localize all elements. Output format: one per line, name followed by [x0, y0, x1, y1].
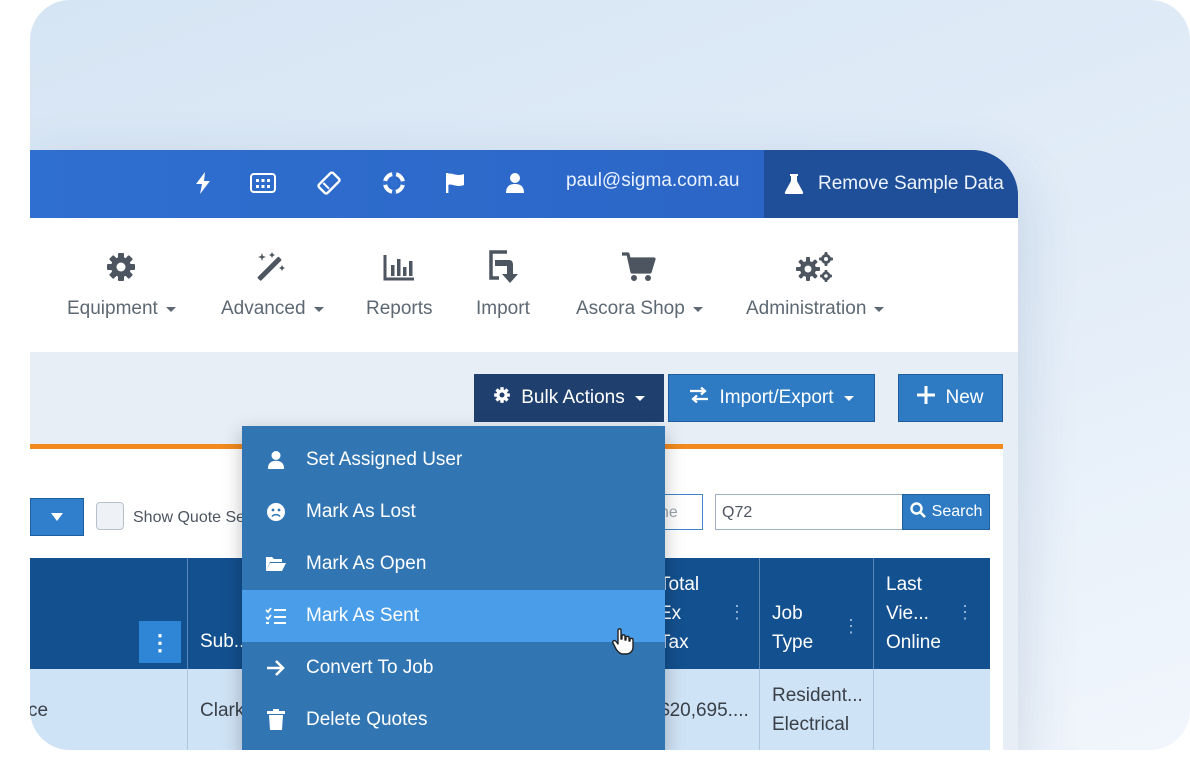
column-menu-icon[interactable]: ⋮ [956, 598, 974, 627]
caret-down-icon [313, 306, 324, 312]
table-cell: Resident... Electrical [760, 669, 874, 750]
menu-import[interactable]: Import [476, 250, 530, 320]
menu-item-set-assigned-user[interactable]: Set Assigned User [242, 434, 665, 486]
cell-subject-text: Clark [200, 700, 245, 721]
show-quote-label: Show Quote Se [133, 509, 246, 526]
list-check-icon [260, 607, 292, 625]
gears-icon [795, 250, 835, 284]
cell-first-text: ce [30, 700, 49, 721]
column-header-job-type[interactable]: Job Type ⋮ [760, 558, 874, 669]
frown-icon [260, 502, 292, 522]
menu-ascora-shop-label: Ascora Shop [576, 298, 685, 319]
filter-dropdown[interactable] [30, 498, 84, 536]
menu-import-label: Import [476, 298, 530, 319]
new-button[interactable]: New [898, 374, 1003, 422]
column-jobtype-line2: Type [772, 632, 814, 653]
import-export-label: Import/Export [719, 387, 834, 408]
menu-item-label: Delete Quotes [306, 709, 428, 730]
show-quote-checkbox[interactable] [96, 502, 124, 530]
bulk-actions-menu: Set Assigned User Mark As Lost Mark As O… [242, 426, 665, 750]
column-jobtype-line1: Job [772, 603, 803, 624]
bulk-actions-button[interactable]: Bulk Actions [474, 374, 664, 422]
column-header-last-viewed[interactable]: Last Vie... Online ⋮ [874, 558, 990, 669]
menu-reports[interactable]: Reports [366, 250, 433, 320]
bulk-actions-label: Bulk Actions [521, 387, 625, 408]
column-menu-icon[interactable]: ⋮ [842, 612, 860, 641]
import-icon [487, 250, 519, 284]
table-cell: ce [30, 669, 188, 750]
search-icon [909, 501, 926, 523]
gear-icon [493, 386, 511, 410]
remove-sample-data-button[interactable]: Remove Sample Data [764, 150, 1018, 218]
column-lastviewed-line3: Online [886, 632, 941, 653]
search-input[interactable]: Q72 [715, 494, 903, 530]
import-export-button[interactable]: Import/Export [668, 374, 875, 422]
remove-sample-data-label: Remove Sample Data [818, 173, 1004, 194]
menu-ascora-shop[interactable]: Ascora Shop [576, 250, 703, 320]
lifebuoy-icon[interactable] [380, 169, 408, 197]
new-label: New [945, 387, 984, 408]
top-bar: paul@sigma.com.au Remove Sample Data [30, 150, 1018, 218]
caret-down-icon [692, 306, 703, 312]
app-window: paul@sigma.com.au Remove Sample Data Equ… [30, 150, 1018, 750]
background-card: paul@sigma.com.au Remove Sample Data Equ… [30, 0, 1190, 750]
menu-item-label: Mark As Sent [306, 605, 419, 626]
menu-advanced-label: Advanced [221, 298, 306, 319]
caret-down-icon [843, 395, 854, 401]
cell-total-text: $20,695.... [659, 700, 749, 721]
magic-wand-icon [256, 250, 288, 284]
cell-jobtype-line1: Resident... [772, 685, 863, 706]
menu-administration-label: Administration [746, 298, 867, 319]
menu-reports-label: Reports [366, 298, 433, 319]
search-button[interactable]: Search [902, 494, 990, 530]
search-button-label: Search [931, 503, 983, 520]
menu-administration[interactable]: Administration [746, 250, 885, 320]
grid-icon[interactable] [249, 169, 277, 197]
user-icon [260, 450, 292, 470]
menu-item-label: Mark As Lost [306, 501, 416, 522]
folder-open-icon [260, 555, 292, 573]
column-total-line1: Total [659, 574, 700, 595]
trash-icon [260, 709, 292, 731]
bar-chart-icon [383, 250, 415, 284]
column-menu-icon[interactable]: ⋮ [139, 621, 181, 663]
ticket-icon[interactable] [315, 169, 343, 197]
menu-item-label: Set Assigned User [306, 449, 463, 470]
flask-icon [784, 173, 804, 195]
menu-item-delete-quotes[interactable]: Delete Quotes [242, 694, 665, 746]
user-email-link[interactable]: paul@sigma.com.au [566, 170, 739, 192]
user-icon[interactable] [501, 169, 529, 197]
arrow-right-icon [260, 659, 292, 677]
caret-down-icon [51, 508, 63, 526]
menu-equipment[interactable]: Equipment [67, 250, 176, 320]
column-lastviewed-line2: Vie... [886, 603, 929, 624]
column-header-first: ⋮ [30, 558, 188, 669]
menu-advanced[interactable]: Advanced [221, 250, 324, 320]
cart-icon [621, 250, 657, 284]
menu-item-mark-as-sent[interactable]: Mark As Sent [242, 590, 665, 642]
table-cell [874, 669, 990, 750]
caret-down-icon [874, 306, 885, 312]
menu-item-mark-as-open[interactable]: Mark As Open [242, 538, 665, 590]
column-menu-icon[interactable]: ⋮ [728, 598, 746, 627]
main-menu-bar: Equipment Advanced Reports Import Ascora… [30, 218, 1018, 352]
menu-item-mark-as-lost[interactable]: Mark As Lost [242, 486, 665, 538]
exchange-icon [689, 386, 709, 409]
lightning-icon[interactable] [189, 169, 217, 197]
menu-item-convert-to-job[interactable]: Convert To Job [242, 642, 665, 694]
hand-cursor-icon [612, 628, 634, 661]
column-lastviewed-line1: Last [886, 574, 922, 595]
caret-down-icon [634, 395, 645, 401]
menu-item-label: Mark As Open [306, 553, 427, 574]
plus-icon [917, 386, 936, 410]
flag-icon[interactable] [441, 169, 469, 197]
caret-down-icon [165, 306, 176, 312]
menu-equipment-label: Equipment [67, 298, 158, 319]
gear-icon [105, 250, 137, 284]
cell-jobtype-line2: Electrical [772, 714, 850, 735]
menu-item-label: Convert To Job [306, 657, 434, 678]
